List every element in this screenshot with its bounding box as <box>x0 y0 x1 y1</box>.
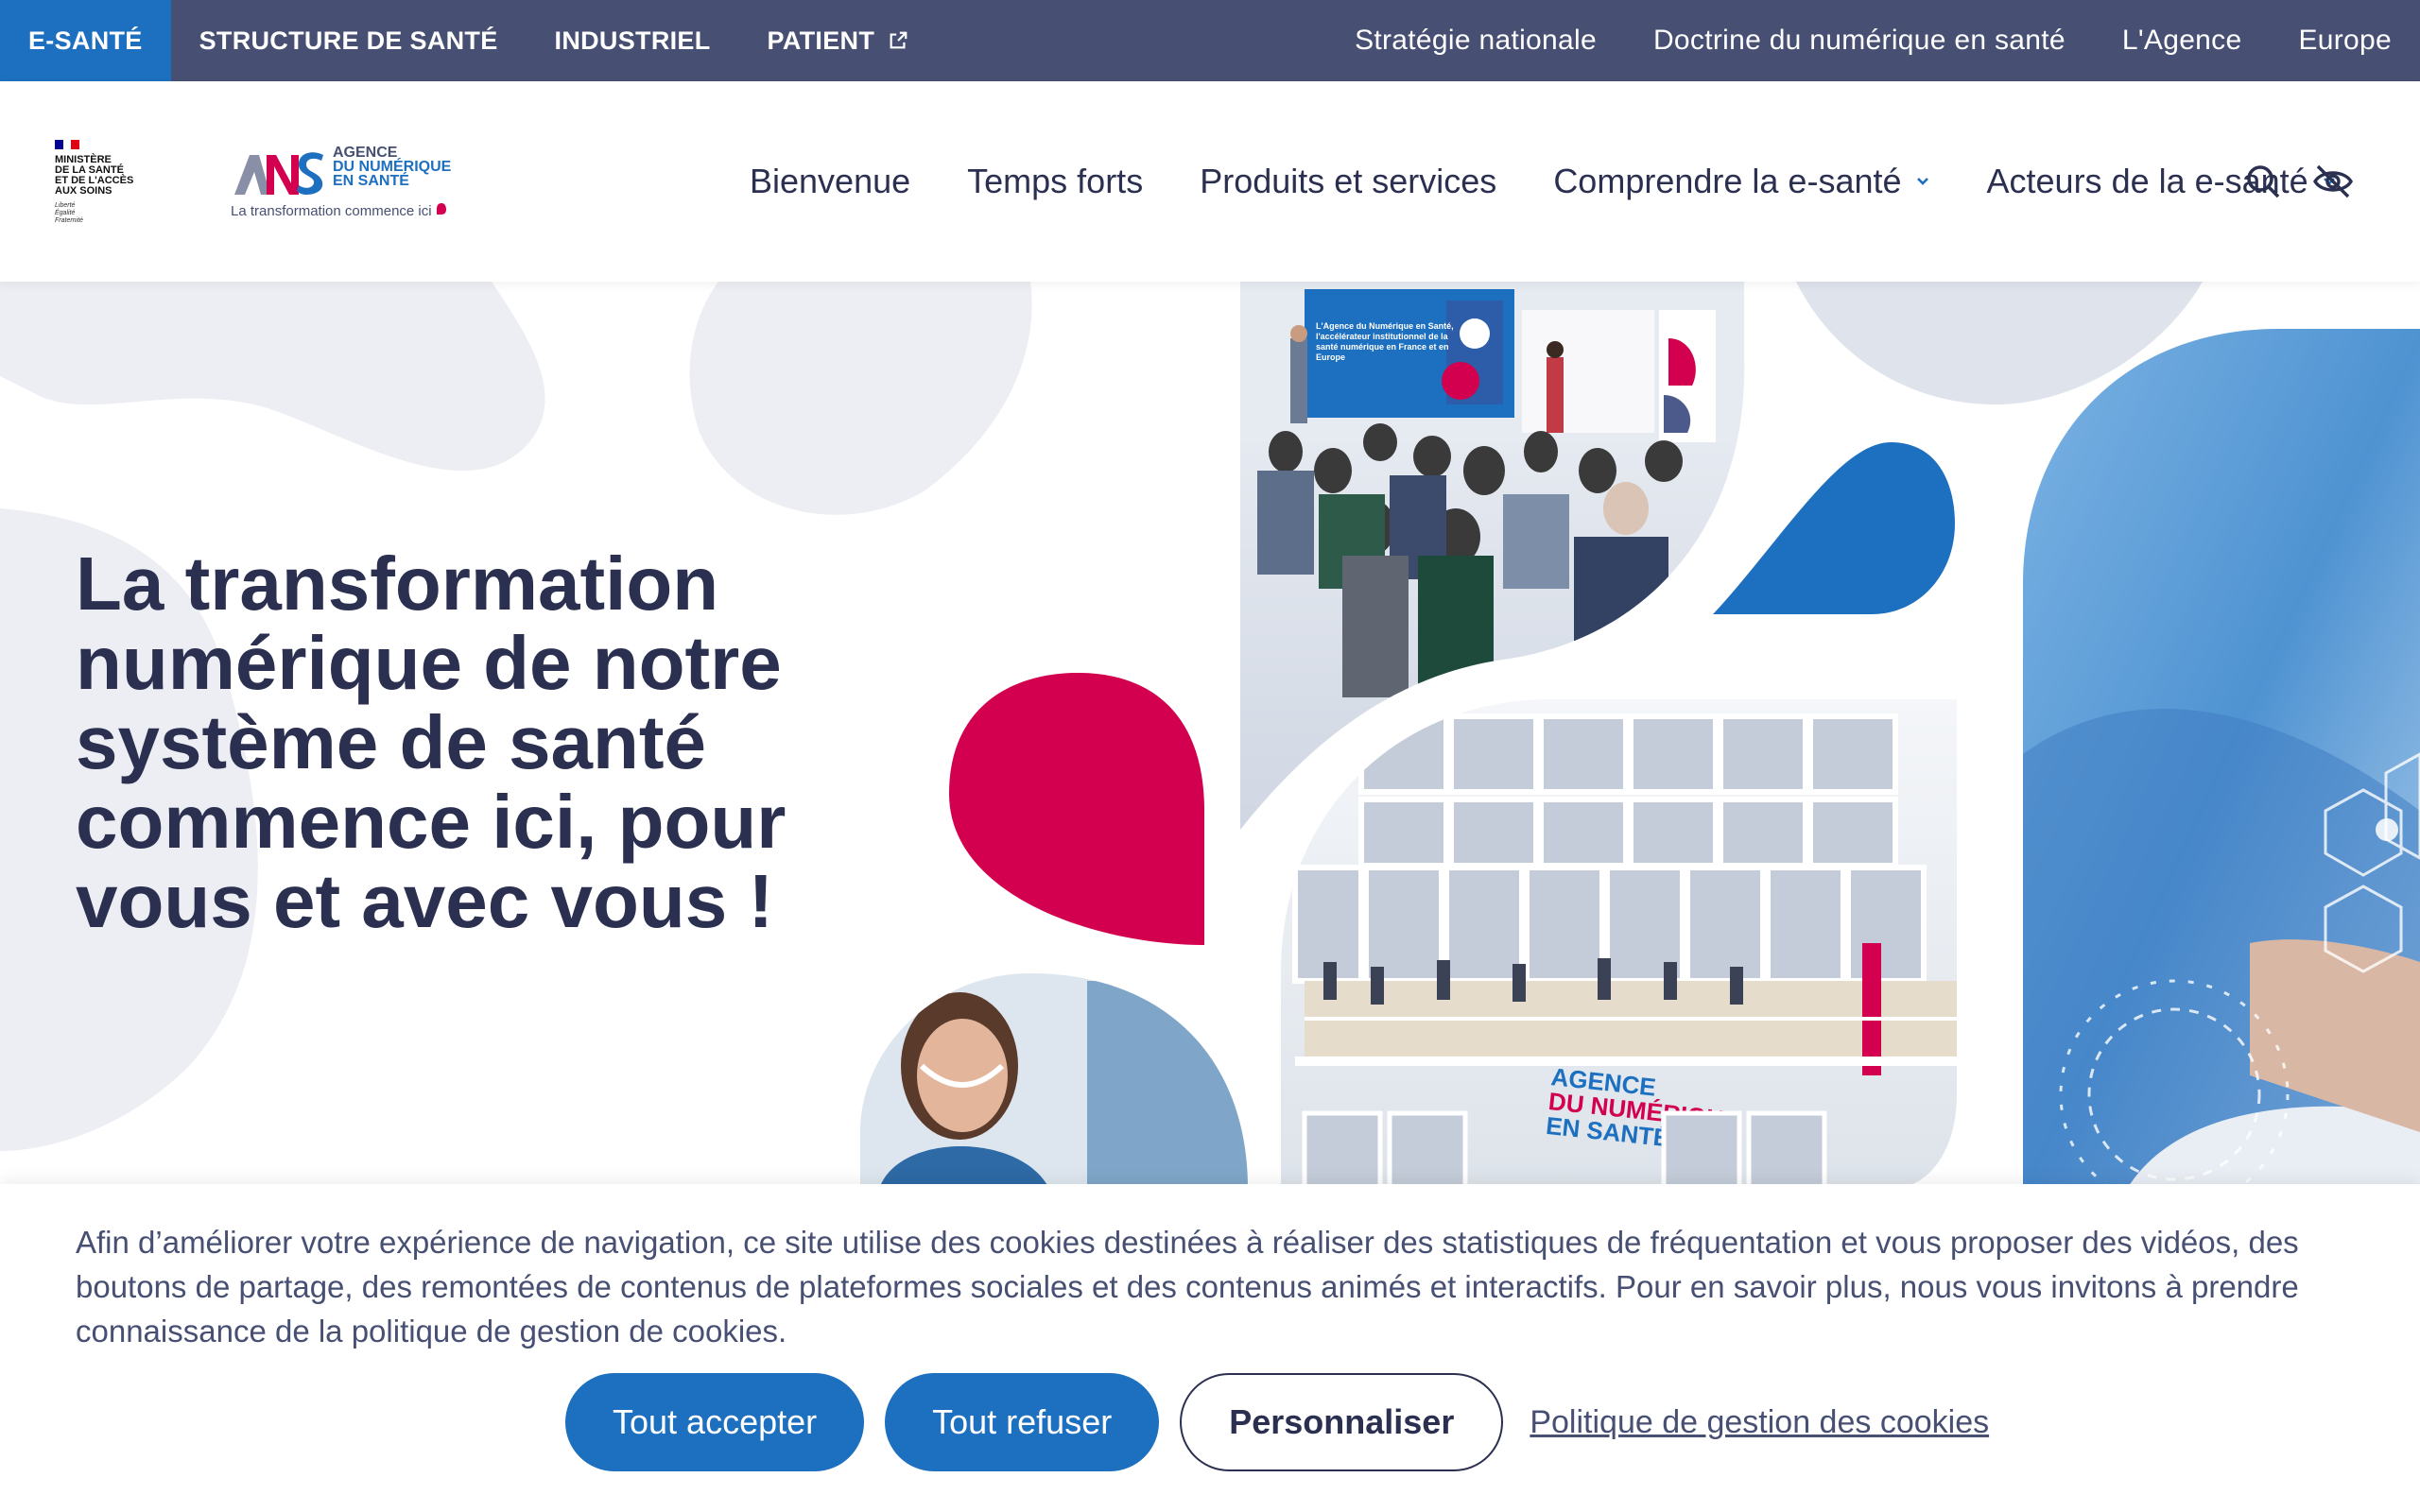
drop-icon <box>436 203 446 215</box>
link-agence[interactable]: L'Agence <box>2094 0 2271 81</box>
nav-label: Bienvenue <box>750 162 911 200</box>
motto-line: Fraternité <box>55 217 83 224</box>
header-tools <box>2216 81 2356 282</box>
chevron-down-icon <box>1915 177 1930 186</box>
nav-bienvenue[interactable]: Bienvenue <box>750 162 910 201</box>
tab-patient-label: PATIENT <box>767 26 875 55</box>
cookie-actions: Tout accepter Tout refuser Personnaliser… <box>565 1373 1989 1471</box>
nav-label: Comprendre la e-santé <box>1553 162 1902 200</box>
link-europe[interactable]: Europe <box>2270 0 2420 81</box>
nav-label: Produits et services <box>1200 162 1497 200</box>
cookie-banner: Afin d’améliorer votre expérience de nav… <box>0 1184 2420 1512</box>
search-icon <box>2247 165 2280 198</box>
motto-line: Égalité <box>55 210 76 216</box>
ans-wordmark: AGENCE DU NUMÉRIQUE EN SANTÉ <box>333 145 452 189</box>
ministry-name-line: AUX SOINS <box>55 185 112 197</box>
tab-patient[interactable]: PATIENT <box>739 0 938 81</box>
site-header: MINISTÈRE DE LA SANTÉ ET DE L'ACCÈS AUX … <box>0 81 2420 282</box>
ministry-motto: Liberté Égalité Fraternité <box>55 202 149 225</box>
institutional-links: Stratégie nationale Doctrine du numériqu… <box>1326 0 2420 81</box>
accept-all-button[interactable]: Tout accepter <box>565 1373 865 1471</box>
accessibility-button[interactable] <box>2310 159 2356 204</box>
link-strategie-nationale[interactable]: Stratégie nationale <box>1326 0 1625 81</box>
cookie-message: Afin d’améliorer votre expérience de nav… <box>76 1225 2299 1349</box>
ans-tagline-text: La transformation commence ici <box>231 203 432 219</box>
eye-slash-icon <box>2313 164 2353 198</box>
french-flag-icon <box>55 140 80 149</box>
nurse-tablet-photo <box>2023 329 2420 1189</box>
tab-e-sante[interactable]: E-SANTÉ <box>0 0 171 81</box>
audience-tabs: E-SANTÉ STRUCTURE DE SANTÉ INDUSTRIEL PA… <box>0 0 937 81</box>
doctor-portrait-photo <box>860 973 1248 1189</box>
tab-industriel[interactable]: INDUSTRIEL <box>527 0 739 81</box>
ministry-logo[interactable]: MINISTÈRE DE LA SANTÉ ET DE L'ACCÈS AUX … <box>55 140 149 225</box>
building-photo: AGENCE DU NUMÉRIQUE EN SANTÉ <box>1281 699 1957 1189</box>
red-drop-shape <box>949 673 1204 945</box>
audience-bar: E-SANTÉ STRUCTURE DE SANTÉ INDUSTRIEL PA… <box>0 0 2420 81</box>
ans-wordmark-line: EN SANTÉ <box>333 173 409 189</box>
main-nav: Bienvenue Temps forts Produits et servic… <box>750 81 2394 282</box>
search-button[interactable] <box>2240 159 2286 204</box>
cookie-policy-link[interactable]: Politique de gestion des cookies <box>1530 1404 1989 1441</box>
hero-section: L'Agence du Numérique en Santé, l'accélé… <box>0 282 2420 1189</box>
refuse-all-button[interactable]: Tout refuser <box>885 1373 1160 1471</box>
nav-comprendre-e-sante[interactable]: Comprendre la e-santé <box>1553 162 1929 201</box>
nav-temps-forts[interactable]: Temps forts <box>967 162 1143 201</box>
ans-mark-icon <box>234 152 323 195</box>
link-doctrine[interactable]: Doctrine du numérique en santé <box>1625 0 2094 81</box>
ans-logo[interactable]: AGENCE DU NUMÉRIQUE EN SANTÉ La transfor… <box>231 144 458 229</box>
ans-wordmark-line: AGENCE <box>333 145 398 161</box>
hero-headline: La transformation numérique de notre sys… <box>76 541 786 943</box>
tab-structure-de-sante[interactable]: STRUCTURE DE SANTÉ <box>171 0 527 81</box>
nav-label: Temps forts <box>967 162 1144 200</box>
blue-drop-shape <box>1713 442 1955 614</box>
motto-line: Liberté <box>55 202 76 209</box>
customize-button[interactable]: Personnaliser <box>1180 1373 1504 1471</box>
nav-produits-services[interactable]: Produits et services <box>1200 162 1496 201</box>
ans-wordmark-line: DU NUMÉRIQUE <box>333 159 452 175</box>
external-link-icon <box>888 30 908 51</box>
ans-tagline: La transformation commence ici <box>231 202 447 219</box>
